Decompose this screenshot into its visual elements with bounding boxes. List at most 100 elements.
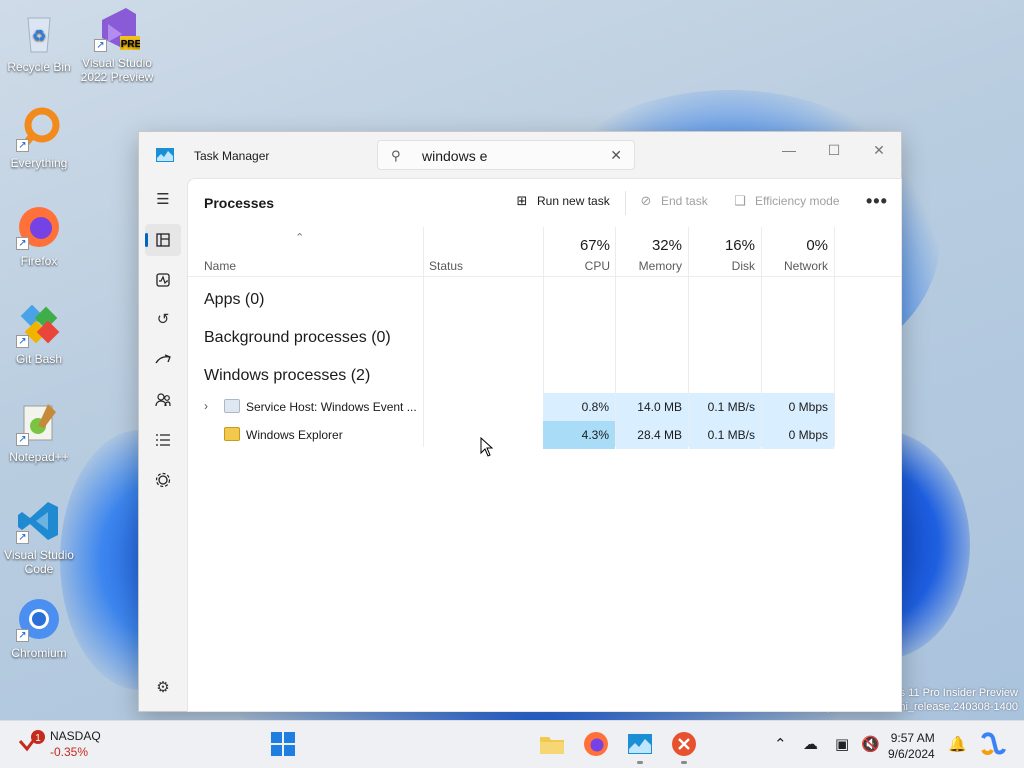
- file-explorer-icon[interactable]: [539, 731, 565, 757]
- desktop-icon-everything[interactable]: ↗ Everything: [0, 106, 79, 170]
- desktop-icon-git-bash[interactable]: ↗ Git Bash: [0, 302, 79, 366]
- task-manager-taskbar-icon[interactable]: [627, 731, 653, 757]
- processes-pane: Processes ⊞ Run new task ⊘ End task ❑ Effic…: [187, 178, 902, 712]
- table-row[interactable]: Windows Explorer 4.3% 28.4 MB 0.1 MB/s 0…: [188, 421, 834, 449]
- group-header-windows: Windows processes (2): [204, 367, 371, 384]
- page-title: Processes: [204, 195, 275, 211]
- navigation-rail: ☰ ↺ ⚙: [139, 178, 187, 712]
- process-network: 0 Mbps: [762, 393, 834, 421]
- app-history-icon[interactable]: ↺: [145, 304, 181, 336]
- desktop-icon-label: Git Bash: [15, 352, 63, 366]
- desktop-icon-label: Recycle Bin: [7, 60, 71, 74]
- mouse-cursor-icon: [480, 437, 494, 457]
- sort-ascending-icon: ⌃: [295, 232, 305, 244]
- desktop-icon-visual-studio[interactable]: PRE ↗ Visual Studio 2022 Preview: [77, 6, 157, 84]
- recycle-bin-icon: ♻: [16, 10, 62, 56]
- shortcut-arrow-icon: ↗: [16, 629, 29, 642]
- process-network: 0 Mbps: [762, 421, 834, 449]
- app-close-taskbar-icon[interactable]: [671, 731, 697, 757]
- close-button[interactable]: ✕: [859, 136, 899, 164]
- volume-muted-icon[interactable]: 🔇: [861, 735, 880, 753]
- column-header-status[interactable]: Status: [429, 259, 463, 273]
- run-new-task-icon: ⊞: [516, 193, 528, 208]
- services-icon[interactable]: [145, 464, 181, 496]
- stock-trend-icon: 1: [18, 730, 45, 752]
- process-cpu: 4.3%: [543, 421, 615, 449]
- run-new-task-button[interactable]: ⊞ Run new task: [513, 193, 610, 209]
- title-bar[interactable]: Task Manager ⚲ ✕ — ☐ ✕: [139, 132, 901, 178]
- desktop-icon-label: Visual Studio 2022 Preview: [80, 56, 154, 84]
- column-header-memory[interactable]: Memory: [616, 259, 682, 273]
- start-button[interactable]: [270, 731, 296, 757]
- copilot-icon[interactable]: [980, 731, 1006, 757]
- running-indicator: [681, 761, 687, 764]
- process-disk: 0.1 MB/s: [689, 393, 761, 421]
- toolbar-divider: [625, 191, 626, 215]
- processes-icon[interactable]: [145, 224, 181, 256]
- hamburger-icon[interactable]: ☰: [145, 184, 181, 216]
- cpu-total-percent[interactable]: 67%: [544, 237, 610, 254]
- desktop-icon-firefox[interactable]: ↗ Firefox: [0, 204, 79, 268]
- visual-studio-icon: PRE ↗: [94, 6, 142, 52]
- svg-text:♻: ♻: [32, 28, 46, 45]
- settings-icon[interactable]: ⚙: [145, 672, 181, 704]
- search-box[interactable]: ⚲ ✕: [377, 140, 635, 170]
- column-header-disk[interactable]: Disk: [689, 259, 755, 273]
- end-task-label: End task: [661, 194, 708, 208]
- column-header-cpu[interactable]: CPU: [544, 259, 610, 273]
- desktop-icon-label: Notepad++: [9, 450, 69, 464]
- network-icon[interactable]: ▣: [835, 735, 849, 753]
- efficiency-mode-button[interactable]: ❑ Efficiency mode: [731, 193, 839, 209]
- shortcut-arrow-icon: ↗: [94, 39, 107, 52]
- details-icon[interactable]: [145, 424, 181, 456]
- column-header-network[interactable]: Network: [762, 259, 828, 273]
- startup-apps-icon[interactable]: [145, 344, 181, 376]
- desktop-icon-label: Visual Studio Code: [4, 548, 74, 576]
- notepadpp-icon: ↗: [16, 400, 62, 446]
- minimize-button[interactable]: —: [769, 136, 809, 164]
- more-options-button[interactable]: •••: [866, 191, 888, 212]
- chevron-up-icon[interactable]: ⌃: [774, 735, 787, 753]
- maximize-button[interactable]: ☐: [814, 136, 854, 164]
- cloud-offline-icon[interactable]: ☁: [803, 735, 818, 753]
- process-disk: 0.1 MB/s: [689, 421, 761, 449]
- search-icon: ⚲: [391, 148, 401, 163]
- clock-time: 9:57 AM: [890, 731, 935, 745]
- process-cpu: 0.8%: [543, 393, 615, 421]
- desktop-icon-recycle-bin[interactable]: ♻ Recycle Bin: [0, 10, 79, 74]
- window-title: Task Manager: [194, 149, 270, 163]
- disk-total-percent[interactable]: 16%: [689, 237, 755, 254]
- end-task-button[interactable]: ⊘ End task: [637, 193, 708, 209]
- chevron-right-icon[interactable]: ›: [204, 399, 208, 413]
- users-icon[interactable]: [145, 384, 181, 416]
- desktop-icon-chromium[interactable]: ↗ Chromium: [0, 596, 79, 660]
- task-manager-window: Task Manager ⚲ ✕ — ☐ ✕ ☰ ↺ ⚙: [138, 131, 902, 712]
- desktop-icon-label: Firefox: [20, 254, 58, 268]
- performance-icon[interactable]: [145, 264, 181, 296]
- clear-search-icon[interactable]: ✕: [610, 147, 622, 164]
- search-input[interactable]: [422, 146, 602, 166]
- taskbar: 1 NASDAQ -0.35% ⌃ ☁ ▣ 🔇 9:57 AM 9/6/2024…: [0, 720, 1024, 768]
- desktop-icon-vscode[interactable]: ↗ Visual Studio Code: [0, 498, 79, 576]
- desktop-icon-label: Chromium: [11, 646, 67, 660]
- memory-total-percent[interactable]: 32%: [616, 237, 682, 254]
- firefox-taskbar-icon[interactable]: [583, 731, 609, 757]
- run-new-task-label: Run new task: [537, 194, 610, 208]
- shortcut-arrow-icon: ↗: [16, 433, 29, 446]
- table-row[interactable]: › Service Host: Windows Event ... 0.8% 1…: [188, 393, 834, 421]
- network-total-percent[interactable]: 0%: [762, 237, 828, 254]
- end-task-icon: ⊘: [640, 193, 652, 208]
- folder-icon: [224, 427, 240, 441]
- desktop-icon-notepadpp[interactable]: ↗ Notepad++: [0, 400, 79, 464]
- desktop-icon-label: Everything: [10, 156, 68, 170]
- clock-date: 9/6/2024: [888, 747, 935, 761]
- clock[interactable]: 9:57 AM 9/6/2024: [888, 730, 935, 762]
- column-header-name[interactable]: Name: [204, 259, 236, 273]
- running-indicator: [637, 761, 643, 764]
- notification-bell-icon[interactable]: 🔔: [948, 735, 967, 753]
- stock-name: NASDAQ: [50, 729, 101, 743]
- process-name: Windows Explorer: [246, 428, 343, 442]
- column-divider: [834, 227, 835, 447]
- vscode-icon: ↗: [16, 498, 62, 544]
- firefox-icon: ↗: [16, 204, 62, 250]
